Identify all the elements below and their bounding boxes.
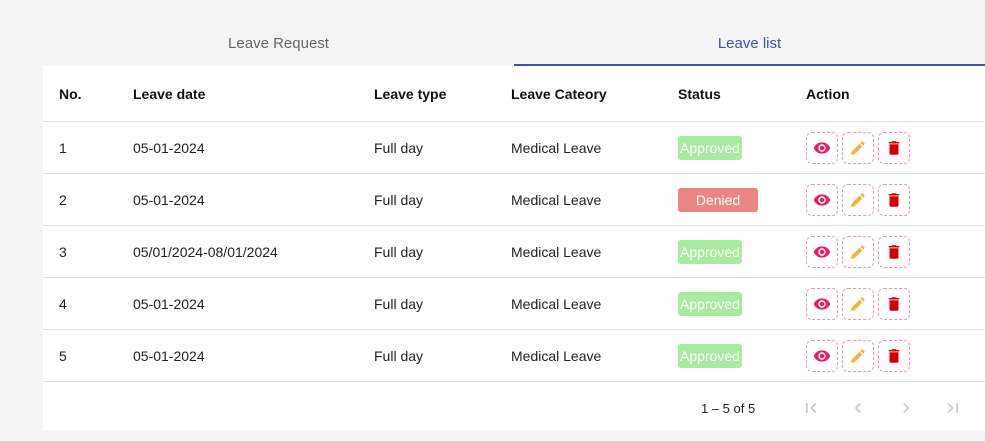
eye-icon (813, 139, 831, 157)
next-page-icon[interactable] (894, 396, 918, 420)
cell-status: Approved (678, 225, 806, 278)
view-button[interactable] (806, 183, 838, 216)
cell-leave-date: 05-01-2024 (133, 277, 374, 330)
delete-button[interactable] (878, 339, 910, 372)
view-button[interactable] (806, 339, 838, 372)
edit-button[interactable] (842, 339, 874, 372)
edit-button[interactable] (842, 287, 874, 320)
table-header-row: No. Leave date Leave type Leave Cateory … (43, 66, 985, 122)
table-row: 4 05-01-2024 Full day Medical Leave Approved (43, 277, 985, 330)
view-button[interactable] (806, 131, 838, 164)
leave-table: No. Leave date Leave type Leave Cateory … (43, 66, 985, 382)
status-badge: Denied (678, 187, 758, 212)
header-status: Status (678, 66, 806, 122)
table-row: 3 05/01/2024-08/01/2024 Full day Medical Le… (43, 225, 985, 278)
header-action: Action (806, 66, 985, 122)
delete-button[interactable] (878, 131, 910, 164)
table-row: 5 05-01-2024 Full day Medical Leave Approved (43, 329, 985, 382)
cell-no: 3 (43, 225, 133, 278)
tab-bar: Leave Request Leave list (43, 25, 985, 66)
cell-leave-date: 05/01/2024-08/01/2024 (133, 225, 374, 278)
cell-no: 5 (43, 329, 133, 382)
cell-leave-date: 05-01-2024 (133, 173, 374, 226)
header-leave-date: Leave date (133, 66, 374, 122)
delete-button[interactable] (878, 235, 910, 268)
status-badge: Approved (678, 239, 742, 264)
cell-actions (806, 277, 985, 330)
header-leave-category: Leave Cateory (511, 66, 678, 122)
pagination: 1 – 5 of 5 (43, 390, 985, 426)
tab-leave-request[interactable]: Leave Request (43, 25, 514, 66)
view-button[interactable] (806, 287, 838, 320)
eye-icon (813, 347, 831, 365)
pencil-icon (849, 139, 867, 157)
pencil-icon (849, 243, 867, 261)
cell-leave-category: Medical Leave (511, 225, 678, 278)
cell-leave-category: Medical Leave (511, 121, 678, 174)
status-badge: Approved (678, 343, 742, 368)
leave-table-card: No. Leave date Leave type Leave Cateory … (43, 66, 985, 430)
cell-leave-type: Full day (374, 121, 511, 174)
cell-status: Approved (678, 121, 806, 174)
first-page-icon[interactable] (799, 396, 823, 420)
view-button[interactable] (806, 235, 838, 268)
last-page-icon[interactable] (941, 396, 965, 420)
pencil-icon (849, 191, 867, 209)
status-badge: Approved (678, 291, 742, 316)
trash-icon (885, 139, 903, 157)
cell-no: 1 (43, 121, 133, 174)
cell-leave-date: 05-01-2024 (133, 121, 374, 174)
cell-leave-date: 05-01-2024 (133, 329, 374, 382)
cell-actions (806, 329, 985, 382)
cell-leave-type: Full day (374, 277, 511, 330)
eye-icon (813, 191, 831, 209)
edit-button[interactable] (842, 183, 874, 216)
trash-icon (885, 243, 903, 261)
cell-leave-type: Full day (374, 329, 511, 382)
pencil-icon (849, 347, 867, 365)
cell-leave-category: Medical Leave (511, 277, 678, 330)
status-badge: Approved (678, 135, 742, 160)
delete-button[interactable] (878, 287, 910, 320)
eye-icon (813, 243, 831, 261)
cell-actions (806, 121, 985, 174)
cell-no: 2 (43, 173, 133, 226)
edit-button[interactable] (842, 131, 874, 164)
table-row: 1 05-01-2024 Full day Medical Leave Approved (43, 121, 985, 174)
pagination-range: 1 – 5 of 5 (701, 400, 756, 416)
cell-status: Approved (678, 277, 806, 330)
trash-icon (885, 295, 903, 313)
cell-leave-type: Full day (374, 173, 511, 226)
tab-leave-list[interactable]: Leave list (514, 25, 985, 66)
cell-status: Denied (678, 173, 806, 226)
trash-icon (885, 347, 903, 365)
delete-button[interactable] (878, 183, 910, 216)
cell-leave-type: Full day (374, 225, 511, 278)
cell-leave-category: Medical Leave (511, 173, 678, 226)
cell-leave-category: Medical Leave (511, 329, 678, 382)
edit-button[interactable] (842, 235, 874, 268)
eye-icon (813, 295, 831, 313)
table-row: 2 05-01-2024 Full day Medical Leave Denied (43, 173, 985, 226)
header-leave-type: Leave type (374, 66, 511, 122)
pencil-icon (849, 295, 867, 313)
cell-status: Approved (678, 329, 806, 382)
cell-no: 4 (43, 277, 133, 330)
header-no: No. (43, 66, 133, 122)
trash-icon (885, 191, 903, 209)
cell-actions (806, 225, 985, 278)
cell-actions (806, 173, 985, 226)
previous-page-icon[interactable] (846, 396, 870, 420)
